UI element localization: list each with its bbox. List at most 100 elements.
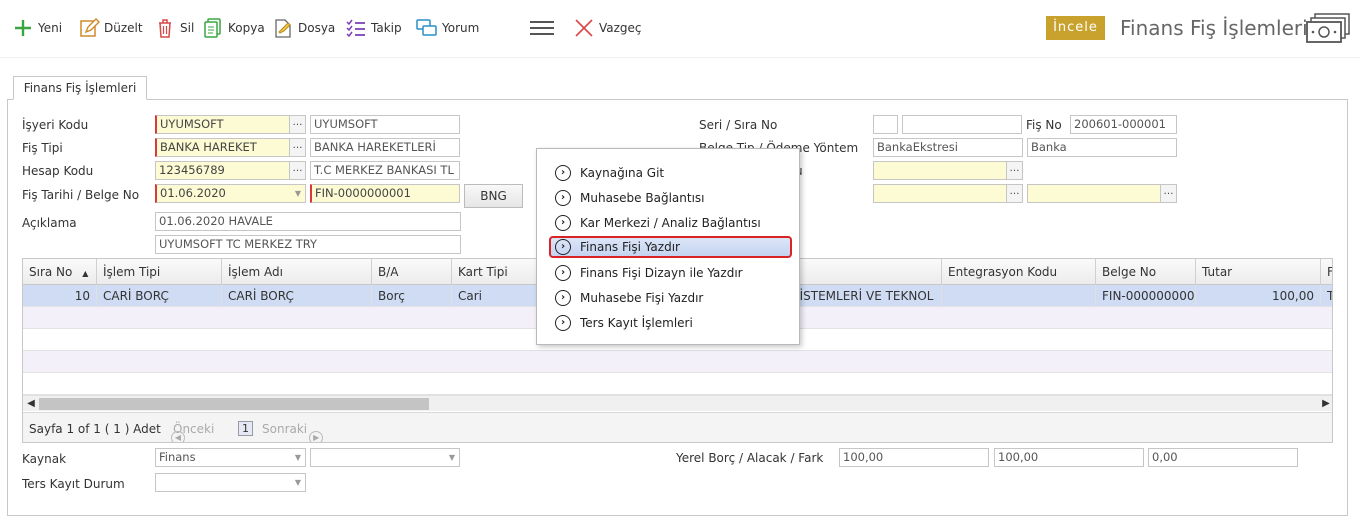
source-select[interactable]: Finans ▼ [155,448,306,467]
menu-item-profit-center-link[interactable]: › Kar Merkezi / Analiz Bağlantısı [549,212,792,234]
slip-no-input[interactable]: 200601-000001 [1070,115,1177,134]
column-header[interactable]: F [1321,259,1332,285]
menu-item-label: Finans Fişi Dizayn ile Yazdır [580,266,743,280]
difference-input[interactable]: 0,00 [1148,448,1298,467]
table-cell: T [1321,285,1332,307]
lookup-button[interactable]: … [289,139,305,156]
edit-button[interactable]: Düzelt [78,16,143,40]
tab-finance-slip[interactable]: Finans Fiş İşlemleri [13,76,147,100]
employer-code-label: İşyeri Kodu [22,118,89,132]
chevron-down-icon[interactable]: ▼ [295,474,301,491]
file-icon [275,19,291,38]
table-row[interactable] [23,373,1332,395]
comment-button[interactable]: Yorum [416,16,479,40]
source-select-2[interactable]: ▼ [310,448,460,467]
lookup-input-4[interactable]: … [873,184,1023,203]
slip-date-input[interactable]: 01.06.2020 ▼ [155,184,306,203]
source-label: Kaynak [22,452,67,466]
menu-item-print-finance-slip[interactable]: › Finans Fişi Yazdır [549,236,792,258]
file-button[interactable]: Dosya [272,16,335,40]
menu-item-label: Ters Kayıt İşlemleri [580,316,693,330]
reverse-select[interactable]: ▼ [155,473,306,492]
scrollbar-thumb[interactable] [39,398,429,410]
lookup-input-3[interactable]: … [873,161,1023,180]
inspect-button[interactable]: İncele [1046,16,1105,40]
employer-name-input[interactable]: UYUMSOFT [310,115,460,134]
bng-button[interactable]: BNG [464,184,523,208]
delete-button[interactable]: Sil [154,16,194,40]
menu-item-print-with-design[interactable]: › Finans Fişi Dizayn ile Yazdır [549,262,792,284]
table-cell: Borç [372,285,452,307]
chevron-right-circle-icon: › [555,239,571,255]
table-cell: CARİ BORÇ [97,285,222,307]
employer-code-input[interactable]: UYUMSOFT … [155,115,306,134]
new-button[interactable]: Yeni [12,16,62,40]
table-cell: 10 [23,285,97,307]
table-cell: FIN-0000000001 [1096,285,1196,307]
copy-button[interactable]: Kopya [202,16,265,40]
lookup-button[interactable]: … [1006,162,1022,179]
cancel-button[interactable]: Vazgeç [573,16,642,40]
page-number[interactable]: 1 [238,421,253,436]
menu-item-go-to-source[interactable]: › Kaynağına Git [549,162,792,184]
edit-icon [80,18,100,37]
column-header[interactable]: Sıra No ▲ [23,259,97,285]
description-input-1[interactable]: 01.06.2020 HAVALE [155,212,461,231]
trash-icon [159,19,171,38]
page-info: Sayfa 1 of 1 ( 1 ) Adet [29,422,161,436]
column-header[interactable]: Entegrasyon Kodu [942,259,1096,285]
serial-input[interactable] [873,115,898,134]
column-header[interactable]: İşlem Adı [222,259,372,285]
column-header[interactable]: Kart Tipi [452,259,542,285]
totals-label: Yerel Borç / Alacak / Fark [676,451,824,465]
slip-type-value: BANKA HAREKET [160,140,257,154]
column-header[interactable]: B/A [372,259,452,285]
lookup-button[interactable]: … [289,116,305,133]
column-header[interactable]: İşlem Tipi [97,259,222,285]
page-title: Finans Fiş İşlemleri [1120,16,1308,40]
lookup-button[interactable]: … [289,162,305,179]
sort-asc-icon: ▲ [82,269,89,278]
next-page-button[interactable]: Sonraki ▶ [262,422,324,442]
table-row[interactable] [23,351,1332,373]
follow-button[interactable]: Takip [345,16,402,40]
doc-type-input[interactable]: BankaEkstresi [873,138,1023,157]
table-cell: 100,00 [1196,285,1321,307]
edit-label: Düzelt [104,21,143,35]
lookup-button[interactable]: … [1006,185,1022,202]
description-input-2[interactable]: UYUMSOFT TC MERKEZ TRY [155,235,461,254]
slip-type-input[interactable]: BANKA HAREKET … [155,138,306,157]
chevron-down-icon[interactable]: ▼ [295,449,301,466]
account-name-input[interactable]: T.C MERKEZ BANKASI TL [310,161,460,180]
chevron-right-circle-icon: › [555,165,571,181]
menu-item-reverse-entry[interactable]: › Ters Kayıt İşlemleri [549,312,792,334]
table-cell: CARİ BORÇ [222,285,372,307]
payment-method-input[interactable]: Banka [1027,138,1177,157]
chevron-down-icon[interactable]: ▼ [449,449,455,466]
scroll-left-icon[interactable]: ◀ [23,396,39,412]
menu-item-print-accounting-slip[interactable]: › Muhasebe Fişi Yazdır [549,287,792,309]
menu-button[interactable] [528,16,560,40]
money-icon [1306,13,1350,43]
pager: Sayfa 1 of 1 ( 1 ) Adet ◀ Önceki 1 Sonra… [23,412,1332,442]
debit-input[interactable]: 100,00 [839,448,989,467]
document-no-input[interactable]: FIN-0000000001 [310,184,460,203]
lookup-input-5[interactable]: … [1027,184,1177,203]
account-code-input[interactable]: 123456789 … [155,161,306,180]
scroll-right-icon[interactable]: ▶ [1318,396,1332,412]
slip-type-name-input[interactable]: BANKA HAREKETLERİ [310,138,460,157]
chevron-down-icon[interactable]: ▼ [295,185,301,202]
lookup-button[interactable]: … [1160,185,1176,202]
prev-page-button[interactable]: ◀ Önceki [171,422,214,442]
sequence-input[interactable] [902,115,1022,134]
chevron-right-circle-icon: › [555,315,571,331]
hamburger-icon [530,21,554,35]
horizontal-scrollbar[interactable]: ◀ ▶ [23,395,1332,412]
menu-item-accounting-link[interactable]: › Muhasebe Bağlantısı [549,187,792,209]
credit-input[interactable]: 100,00 [994,448,1144,467]
column-header[interactable]: Tutar [1196,259,1321,285]
column-header[interactable]: Belge No [1096,259,1196,285]
slip-date-label: Fiş Tarihi / Belge No [22,188,140,202]
cancel-label: Vazgeç [599,21,642,35]
account-code-label: Hesap Kodu [22,164,94,178]
